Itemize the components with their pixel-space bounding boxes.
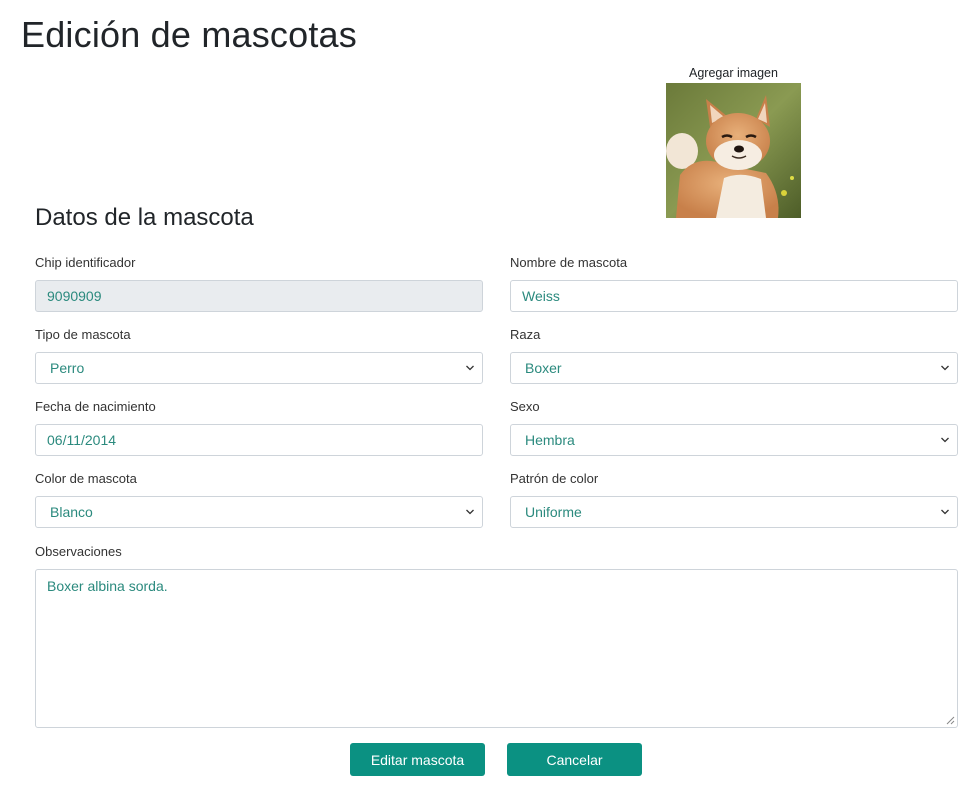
sex-select[interactable]: Hembra bbox=[510, 424, 958, 456]
pet-color-field: Color de mascota Blanco bbox=[35, 471, 483, 528]
chevron-down-icon bbox=[941, 365, 949, 371]
chevron-down-icon bbox=[466, 365, 474, 371]
chip-field: Chip identificador 9090909 bbox=[35, 255, 483, 312]
breed-label: Raza bbox=[510, 327, 541, 342]
chevron-down-icon bbox=[941, 437, 949, 443]
pet-photo[interactable] bbox=[666, 83, 801, 218]
pet-type-label: Tipo de mascota bbox=[35, 327, 131, 342]
pet-color-value: Blanco bbox=[50, 504, 93, 520]
cancel-button[interactable]: Cancelar bbox=[507, 743, 642, 776]
edit-pet-button[interactable]: Editar mascota bbox=[350, 743, 485, 776]
color-pattern-label: Patrón de color bbox=[510, 471, 599, 486]
breed-field: Raza Boxer bbox=[510, 327, 958, 384]
chevron-down-icon bbox=[466, 509, 474, 515]
chevron-down-icon bbox=[941, 509, 949, 515]
sex-value: Hembra bbox=[525, 432, 575, 448]
chip-label: Chip identificador bbox=[35, 255, 136, 270]
sex-label: Sexo bbox=[510, 399, 540, 414]
notes-field: Observaciones Boxer albina sorda. bbox=[35, 544, 958, 728]
pet-color-label: Color de mascota bbox=[35, 471, 137, 486]
notes-textarea[interactable]: Boxer albina sorda. bbox=[35, 569, 958, 728]
pet-type-value: Perro bbox=[50, 360, 85, 376]
pet-name-field: Nombre de mascota Weiss bbox=[510, 255, 958, 312]
breed-select[interactable]: Boxer bbox=[510, 352, 958, 384]
pet-type-field: Tipo de mascota Perro bbox=[35, 327, 483, 384]
pet-color-select[interactable]: Blanco bbox=[35, 496, 483, 528]
add-image-label: Agregar imagen bbox=[689, 66, 778, 80]
birth-date-input[interactable]: 06/11/2014 bbox=[35, 424, 483, 456]
notes-label: Observaciones bbox=[35, 544, 122, 559]
color-pattern-value: Uniforme bbox=[525, 504, 582, 520]
pet-type-select[interactable]: Perro bbox=[35, 352, 483, 384]
chip-input: 9090909 bbox=[35, 280, 483, 312]
color-pattern-field: Patrón de color Uniforme bbox=[510, 471, 958, 528]
breed-value: Boxer bbox=[525, 360, 562, 376]
sex-field: Sexo Hembra bbox=[510, 399, 958, 456]
pet-name-input[interactable]: Weiss bbox=[510, 280, 958, 312]
birth-date-field: Fecha de nacimiento 06/11/2014 bbox=[35, 399, 483, 456]
image-upload[interactable]: Agregar imagen bbox=[666, 66, 801, 218]
pet-name-label: Nombre de mascota bbox=[510, 255, 628, 270]
birth-date-label: Fecha de nacimiento bbox=[35, 399, 156, 414]
color-pattern-select[interactable]: Uniforme bbox=[510, 496, 958, 528]
notes-value: Boxer albina sorda. bbox=[47, 578, 168, 594]
section-title: Datos de la mascota bbox=[35, 204, 254, 231]
page-title: Edición de mascotas bbox=[21, 14, 357, 55]
resize-grip-icon[interactable] bbox=[946, 716, 955, 725]
